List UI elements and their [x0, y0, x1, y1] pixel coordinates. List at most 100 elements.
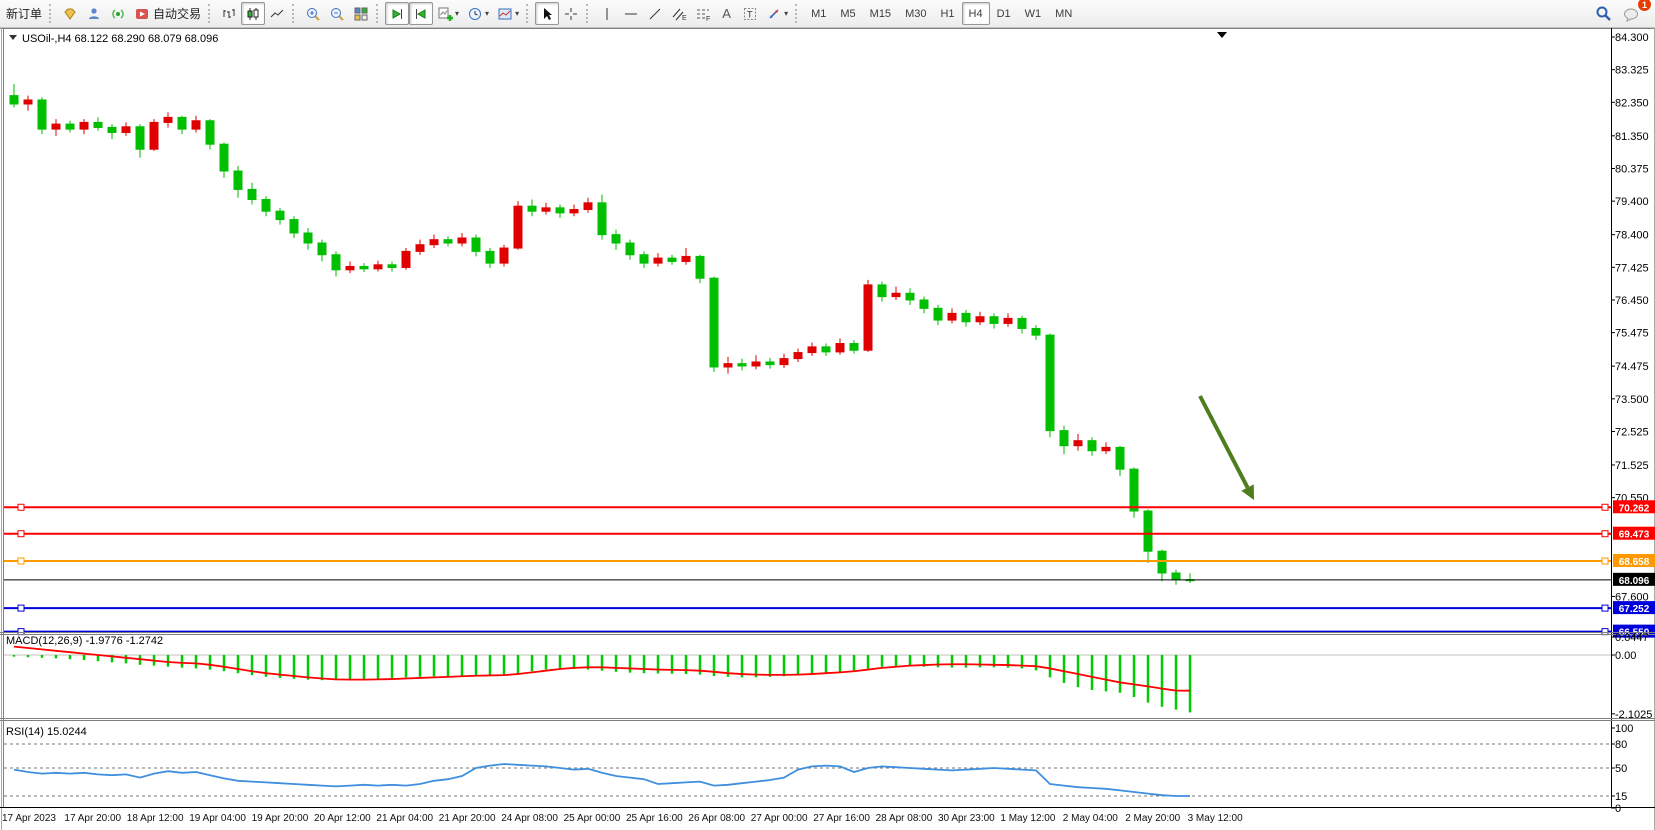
candle	[864, 285, 872, 350]
candle	[444, 240, 452, 243]
zoom-out-icon	[329, 6, 345, 22]
svg-text:21 Apr 04:00: 21 Apr 04:00	[376, 813, 433, 824]
candle	[696, 256, 704, 278]
svg-text:71.525: 71.525	[1615, 460, 1649, 472]
tf-m1-button[interactable]: M1	[804, 2, 833, 25]
svg-text:19 Apr 04:00: 19 Apr 04:00	[189, 813, 246, 824]
signals-button[interactable]	[106, 2, 130, 25]
candle	[1088, 441, 1096, 451]
vertical-line-tool-button[interactable]	[595, 2, 619, 25]
line-handle	[18, 605, 24, 611]
dropdown-arrow-icon: ▾	[455, 9, 459, 18]
show-left-panel-button[interactable]	[385, 2, 409, 25]
toolbar-grip	[208, 4, 214, 23]
tile-windows-icon	[353, 6, 369, 22]
line-handle	[18, 504, 24, 510]
templates-button[interactable]: ▾	[493, 2, 523, 25]
zoom-in-button[interactable]	[301, 2, 325, 25]
svg-text:E: E	[682, 15, 687, 22]
toolbar-grip	[795, 4, 801, 23]
tf-m15-button[interactable]: M15	[863, 2, 898, 25]
svg-text:2 May 20:00: 2 May 20:00	[1125, 813, 1180, 824]
candle	[836, 344, 844, 352]
svg-text:74.475: 74.475	[1615, 361, 1649, 373]
auto-trading-button[interactable]: 自动交易	[130, 2, 205, 25]
candle	[724, 364, 732, 367]
tf-d1-button[interactable]: D1	[990, 2, 1018, 25]
new-order-button[interactable]: 新订单	[2, 2, 46, 25]
bar-chart-button[interactable]	[217, 2, 241, 25]
person-icon	[86, 6, 102, 22]
chart-canvas[interactable]: 84.30083.32582.35081.35080.37579.40078.4…	[0, 28, 1655, 830]
candle	[178, 117, 186, 129]
tf-h1-button[interactable]: H1	[933, 2, 961, 25]
vertical-line-icon	[599, 6, 615, 22]
candle	[612, 235, 620, 243]
candle	[80, 122, 88, 129]
label-tool-button[interactable]: T	[738, 2, 762, 25]
candle	[108, 127, 116, 132]
svg-text:75.475: 75.475	[1615, 328, 1649, 340]
channel-tool-button[interactable]: E	[667, 2, 691, 25]
new-chart-icon	[437, 6, 453, 22]
line-chart-button[interactable]	[265, 2, 289, 25]
editor-button[interactable]	[58, 2, 82, 25]
candle	[570, 210, 578, 213]
candle	[1046, 335, 1054, 430]
svg-text:69.473: 69.473	[1619, 530, 1650, 541]
fibonacci-tool-button[interactable]: F	[691, 2, 715, 25]
notifications-button[interactable]: 1	[1616, 1, 1647, 26]
candle	[290, 220, 298, 233]
candle	[1102, 447, 1110, 450]
toolbar-grip	[586, 4, 592, 23]
text-tool-button[interactable]: A	[715, 2, 738, 25]
svg-text:80.375: 80.375	[1615, 163, 1649, 175]
period-button[interactable]: ▾	[463, 2, 493, 25]
candle	[304, 233, 312, 243]
candle	[584, 203, 592, 210]
text-label-icon: T	[742, 6, 758, 22]
tf-w1-button[interactable]: W1	[1018, 2, 1049, 25]
line-handle	[1602, 605, 1608, 611]
candle	[682, 256, 690, 261]
candle	[654, 258, 662, 263]
arrows-tool-button[interactable]: ▾	[762, 2, 792, 25]
tf-m30-button[interactable]: M30	[898, 2, 933, 25]
svg-text:77.425: 77.425	[1615, 262, 1649, 274]
candle	[542, 208, 550, 211]
search-icon	[1595, 5, 1612, 22]
tf-mn-button[interactable]: MN	[1048, 2, 1079, 25]
trendline-tool-button[interactable]	[643, 2, 667, 25]
svg-text:68.096: 68.096	[1619, 576, 1650, 587]
svg-text:F: F	[706, 16, 710, 22]
candle	[94, 122, 102, 127]
svg-text:84.300: 84.300	[1615, 32, 1649, 44]
new-chart-button[interactable]: ▾	[433, 2, 463, 25]
candlestick-chart-button[interactable]	[241, 2, 265, 25]
search-button[interactable]	[1591, 2, 1616, 25]
candle	[1172, 573, 1180, 580]
tf-m5-button[interactable]: M5	[833, 2, 862, 25]
svg-text:70.262: 70.262	[1619, 503, 1650, 514]
zoom-out-button[interactable]	[325, 2, 349, 25]
svg-text:81.350: 81.350	[1615, 131, 1649, 143]
svg-text:17 Apr 2023: 17 Apr 2023	[2, 813, 56, 824]
svg-text:80: 80	[1615, 739, 1627, 751]
horizontal-line-tool-button[interactable]	[619, 2, 643, 25]
line-handle	[18, 531, 24, 537]
tile-windows-button[interactable]	[349, 2, 373, 25]
candle	[52, 124, 60, 129]
candle	[430, 240, 438, 245]
cursor-tool-button[interactable]	[535, 2, 559, 25]
tf-h4-button[interactable]: H4	[962, 2, 990, 25]
candle	[1018, 318, 1026, 328]
rsi-label: RSI(14) 15.0244	[6, 726, 87, 738]
candle	[878, 285, 886, 297]
crosshair-tool-button[interactable]	[559, 2, 583, 25]
candle	[948, 313, 956, 320]
show-right-panel-button[interactable]	[409, 2, 433, 25]
community-button[interactable]	[82, 2, 106, 25]
svg-text:17 Apr 20:00: 17 Apr 20:00	[64, 813, 121, 824]
svg-text:21 Apr 20:00: 21 Apr 20:00	[439, 813, 496, 824]
candle	[822, 347, 830, 352]
